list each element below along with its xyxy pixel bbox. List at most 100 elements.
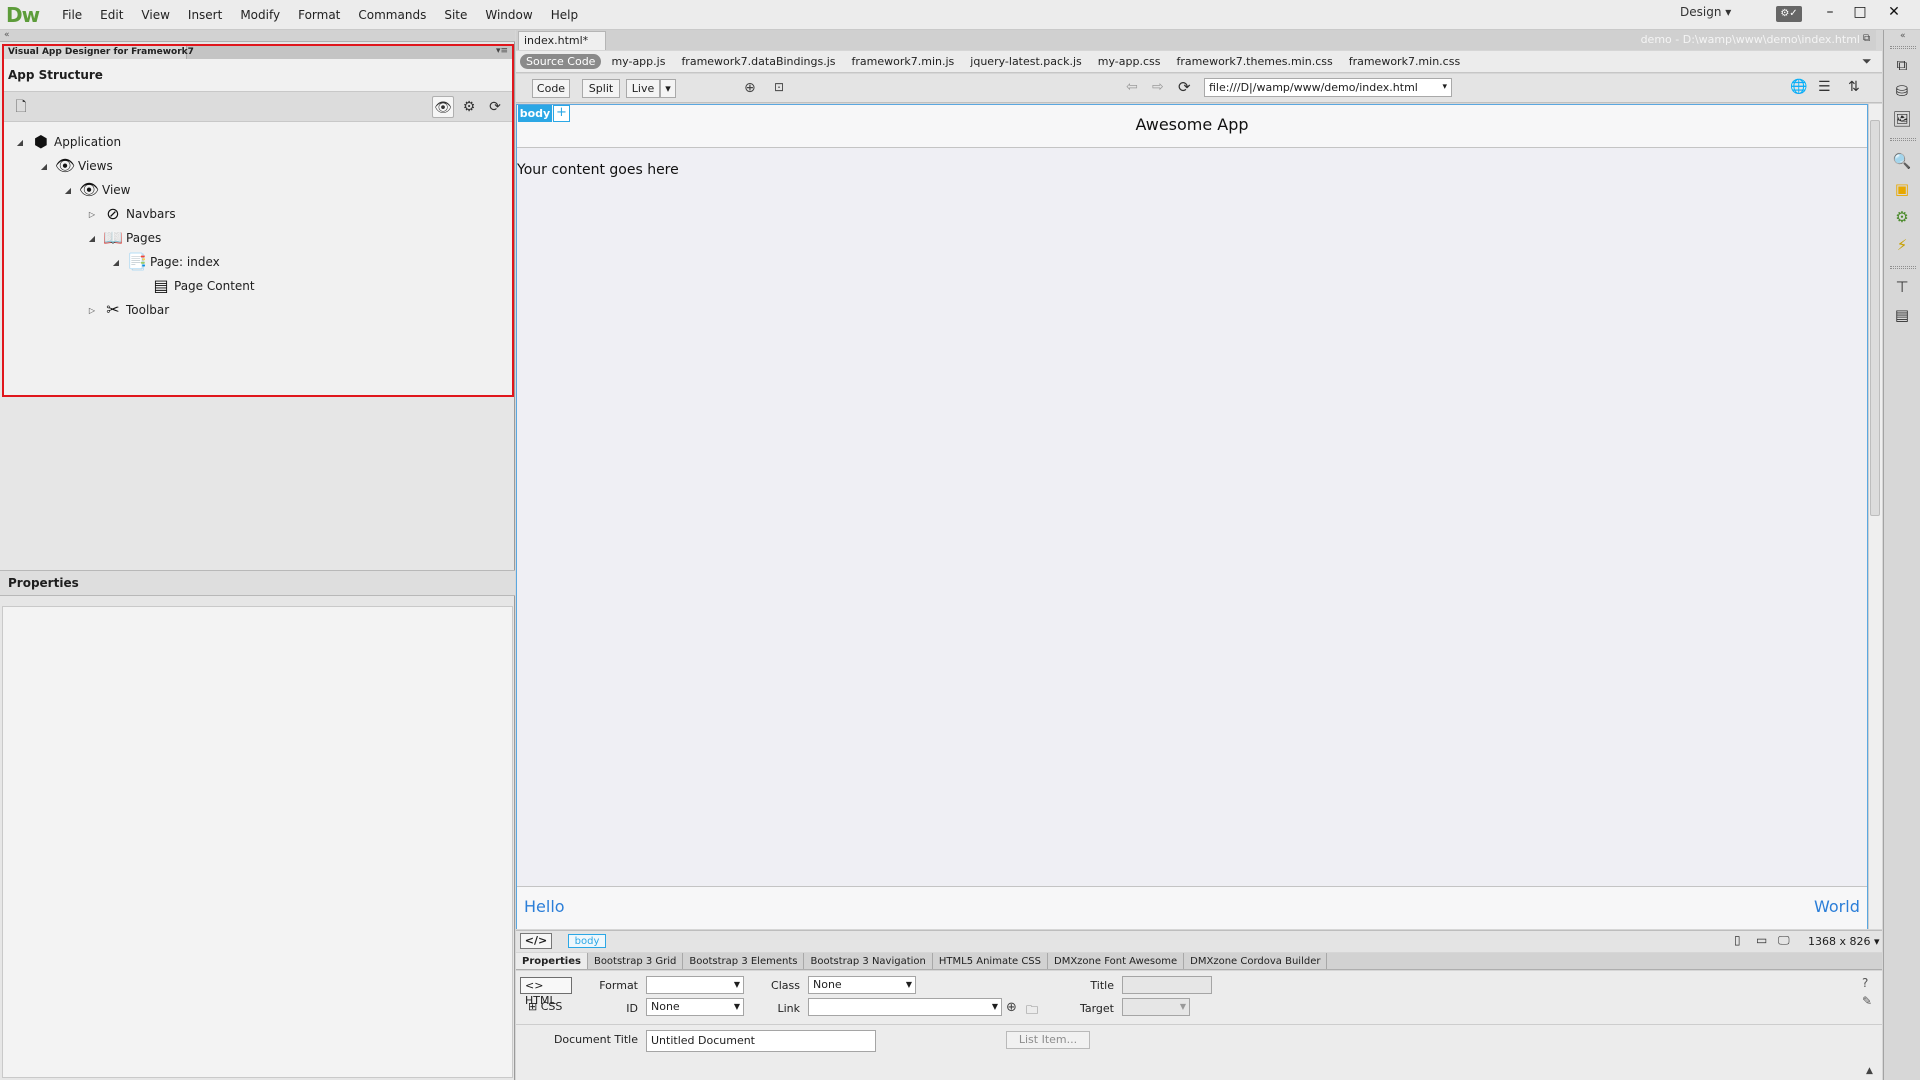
tree-item-navbars[interactable]: ▷ ⊘ Navbars (86, 204, 176, 224)
new-file-icon[interactable]: 🗋 (10, 96, 32, 118)
format-select[interactable]: ▼ (646, 976, 744, 994)
related-file[interactable]: framework7.dataBindings.js (673, 55, 843, 68)
live-view-button[interactable]: Live (626, 79, 660, 98)
tab-font-awesome[interactable]: DMXzone Font Awesome (1048, 953, 1185, 969)
menu-view[interactable]: View (132, 8, 178, 22)
tab-bootstrap-navigation[interactable]: Bootstrap 3 Navigation (804, 953, 933, 969)
forward-arrow-icon[interactable]: ⇨ (1152, 79, 1164, 95)
related-file[interactable]: my-app.js (603, 55, 673, 68)
tree-item-view[interactable]: ◢ 👁 View (62, 180, 131, 200)
menu-file[interactable]: File (53, 8, 91, 22)
desktop-size-icon[interactable]: 🖵 (1778, 933, 1790, 948)
css-designer-icon[interactable]: ▤ (1891, 304, 1913, 326)
refresh-icon[interactable]: ⟳ (484, 96, 506, 118)
mobile-size-icon[interactable]: ▯ (1734, 933, 1741, 947)
title-input[interactable] (1122, 976, 1212, 994)
menu-site[interactable]: Site (435, 8, 476, 22)
menu-edit[interactable]: Edit (91, 8, 132, 22)
framework7-toolbar[interactable] (517, 886, 1867, 929)
snippets-icon[interactable]: ▣ (1891, 178, 1913, 200)
quick-tag-editor-icon[interactable]: ✎ (1862, 994, 1872, 1008)
panel-menu-icon[interactable]: ▾≡ (496, 46, 508, 56)
document-tab-index[interactable]: index.html* × (518, 31, 606, 65)
tab-cordova-builder[interactable]: DMXzone Cordova Builder (1184, 953, 1328, 969)
files-panel-icon[interactable]: ⧉ (1891, 54, 1913, 76)
address-bar[interactable]: file:///D|/wamp/www/demo/index.html ▾ (1204, 78, 1452, 97)
menu-help[interactable]: Help (542, 8, 587, 22)
code-inspect-icon[interactable]: 🔍 (1891, 150, 1913, 172)
related-file[interactable]: framework7.themes.min.css (1168, 55, 1340, 68)
collapsed-arrow-icon[interactable]: ▷ (86, 306, 98, 315)
expanded-arrow-icon[interactable]: ◢ (14, 138, 26, 147)
tag-breadcrumb-body[interactable]: body (568, 934, 606, 948)
toolbar-link-hello[interactable]: Hello (524, 897, 565, 916)
related-file[interactable]: jquery-latest.pack.js (962, 55, 1089, 68)
browser-preview-icon[interactable]: ⊡ (774, 80, 784, 94)
code-tag-button[interactable]: </> (520, 933, 552, 949)
scrollbar-thumb[interactable] (1870, 120, 1880, 516)
tab-bootstrap-grid[interactable]: Bootstrap 3 Grid (588, 953, 684, 969)
menu-commands[interactable]: Commands (349, 8, 435, 22)
add-element-button[interactable]: + (553, 105, 570, 122)
file-transfer-icon[interactable]: ⇅ (1848, 79, 1860, 95)
id-select[interactable]: None ▼ (646, 998, 744, 1016)
related-file[interactable]: framework7.min.css (1341, 55, 1468, 68)
css-mode-button[interactable]: ⊞ CSS (524, 999, 576, 1016)
list-item-button[interactable]: List Item... (1006, 1031, 1090, 1049)
menu-format[interactable]: Format (289, 8, 349, 22)
expanded-arrow-icon[interactable]: ◢ (110, 258, 122, 267)
inspect-crosshair-icon[interactable]: ⊕ (744, 80, 756, 96)
behaviors-lightning-icon[interactable]: ⚡ (1891, 234, 1913, 256)
html-mode-button[interactable]: <> HTML (520, 977, 572, 1007)
tree-item-page-content[interactable]: ▤ Page Content (150, 276, 254, 296)
tab-bootstrap-elements[interactable]: Bootstrap 3 Elements (683, 953, 805, 969)
help-icon[interactable]: ? (1862, 976, 1868, 990)
collapsed-arrow-icon[interactable]: ▷ (86, 210, 98, 219)
toolbar-link-world[interactable]: World (1814, 897, 1860, 916)
assets-image-icon[interactable]: 🖼 (1891, 108, 1913, 130)
related-file[interactable]: my-app.css (1090, 55, 1169, 68)
tablet-size-icon[interactable]: ▭ (1756, 933, 1767, 947)
panel-collapse-strip[interactable]: « (0, 30, 515, 42)
expanded-arrow-icon[interactable]: ◢ (62, 186, 74, 195)
close-window-icon[interactable]: ✕ (1882, 2, 1906, 22)
tree-item-page-index[interactable]: ◢ 📑 Page: index (110, 252, 220, 272)
tree-item-pages[interactable]: ◢ 📖 Pages (86, 228, 161, 248)
page-options-icon[interactable]: ☰ (1818, 79, 1831, 95)
related-file[interactable]: framework7.min.js (844, 55, 963, 68)
collapse-icon[interactable]: « (4, 30, 10, 40)
tree-item-toolbar[interactable]: ▷ ✂ Toolbar (86, 300, 169, 320)
sync-settings-icon[interactable]: ⚙✓ (1776, 6, 1802, 22)
collapse-inspector-icon[interactable]: ▲ (1866, 1066, 1873, 1076)
element-tag-body[interactable]: body (518, 105, 552, 122)
refresh-icon[interactable]: ⟳ (1178, 78, 1191, 96)
chevron-down-icon[interactable]: ▾ (1442, 79, 1447, 96)
minimize-icon[interactable]: – (1818, 2, 1842, 22)
browse-folder-icon[interactable]: 🗀 (1026, 1001, 1038, 1022)
gear-icon[interactable]: ⚙ (458, 96, 480, 118)
extensions-icon[interactable]: ⚙ (1891, 206, 1913, 228)
window-size-selector[interactable]: 1368 x 826 ▾ (1808, 935, 1880, 948)
tab-html5-animate-css[interactable]: HTML5 Animate CSS (933, 953, 1048, 969)
expanded-arrow-icon[interactable]: ◢ (38, 162, 50, 171)
tree-item-views[interactable]: ◢ 👁 Views (38, 156, 113, 176)
eye-icon[interactable]: 👁 (432, 96, 454, 118)
tree-item-application[interactable]: ◢ ⬢ Application (14, 132, 121, 152)
document-title-input[interactable]: Untitled Document (646, 1030, 876, 1052)
expand-panels-icon[interactable]: « (1900, 31, 1906, 41)
maximize-icon[interactable]: □ (1848, 2, 1872, 22)
live-options-dropdown[interactable]: ▾ (660, 79, 676, 98)
related-file-source-code[interactable]: Source Code (520, 54, 602, 69)
code-view-button[interactable]: Code (532, 79, 570, 98)
filter-icon[interactable]: ⏷ (1862, 54, 1872, 69)
target-select[interactable]: ▼ (1122, 998, 1190, 1016)
class-select[interactable]: None ▼ (808, 976, 916, 994)
menu-insert[interactable]: Insert (179, 8, 231, 22)
design-canvas[interactable] (516, 104, 1868, 929)
workspace-switcher[interactable]: Design ▾ (1680, 5, 1731, 19)
point-to-file-icon[interactable]: ⊕ (1006, 1000, 1017, 1015)
panel-tab-visual-app-designer[interactable]: Visual App Designer for Framework7 (4, 46, 194, 59)
link-input[interactable]: ▼ (808, 998, 1002, 1016)
dom-tree-icon[interactable]: ⊤ (1891, 276, 1913, 298)
menu-window[interactable]: Window (476, 8, 541, 22)
